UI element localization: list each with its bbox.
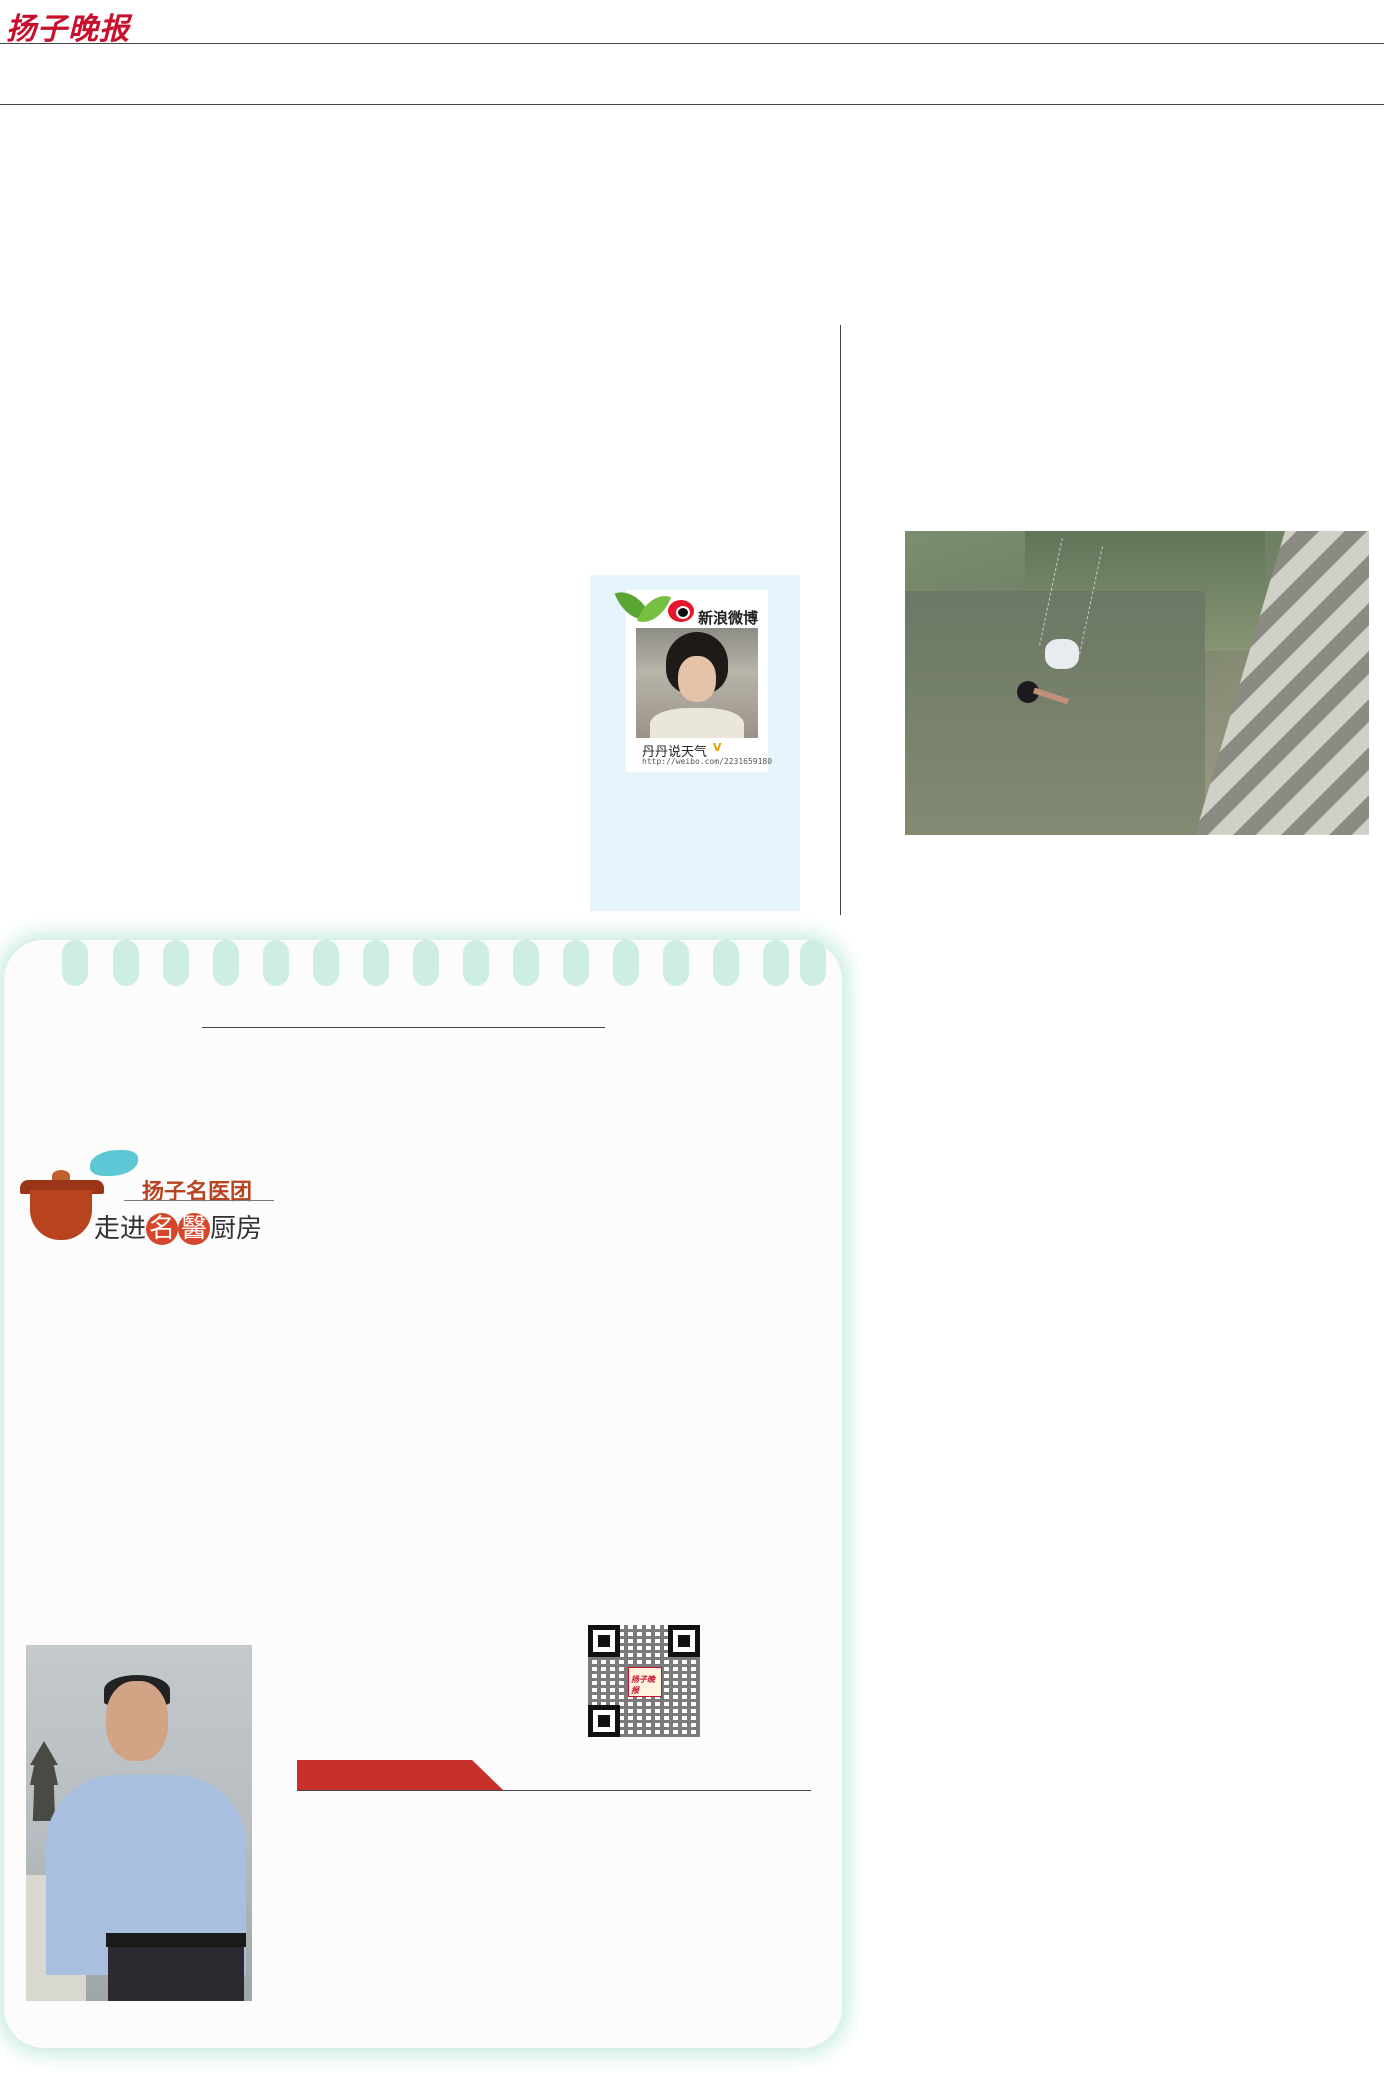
weibo-brand-label: 新浪微博 — [698, 609, 759, 627]
doctor-pants — [108, 1947, 244, 2001]
notepad-binding-hole — [613, 940, 639, 986]
notepad-binding-hole — [62, 940, 88, 986]
subtitle-circle-2: 醫 — [178, 1213, 211, 1245]
notepad-binding-hole — [663, 940, 689, 986]
column-logo-divider — [124, 1200, 274, 1201]
cooking-pot-icon — [30, 1190, 92, 1240]
pagoda-background — [30, 1741, 58, 1821]
qr-code[interactable]: 扬子晚报 — [588, 1625, 700, 1737]
notepad-binding-hole — [213, 940, 239, 986]
section-tab-rule — [297, 1790, 811, 1791]
qr-center-logo-text: 扬子晚报 — [631, 1675, 655, 1695]
column-divider — [840, 325, 841, 915]
notepad-binding-hole — [563, 940, 589, 986]
notepad-binding-hole — [313, 940, 339, 986]
notepad-binding-hole — [163, 940, 189, 986]
weibo-avatar-photo — [636, 628, 758, 738]
masthead-logo: 扬子晚报 — [6, 12, 130, 47]
qr-finder-top-left — [588, 1625, 620, 1657]
doctor-portrait-photo — [26, 1645, 252, 2001]
notepad-binding-hole — [113, 940, 139, 986]
subtitle-part-2: 厨房 — [210, 1214, 263, 1244]
header-rule-bottom — [0, 104, 1384, 105]
section-tab-banner — [297, 1760, 503, 1790]
notepad-binding-hole — [800, 940, 826, 986]
notepad-binding-hole — [263, 940, 289, 986]
subtitle-circle-1: 名 — [146, 1213, 179, 1245]
notepad-title-rule — [202, 1027, 605, 1028]
column-logo-title: 扬子名医团 — [142, 1180, 253, 1205]
qr-finder-bottom-left — [588, 1705, 620, 1737]
doctor-head — [106, 1681, 168, 1761]
notepad-binding-hole — [363, 940, 389, 986]
column-logo: 扬子名医团 走进名醫厨房 — [14, 1150, 274, 1248]
notepad-binding-hole — [413, 940, 439, 986]
qr-center-logo: 扬子晚报 — [628, 1667, 662, 1697]
doctor-belt — [106, 1933, 246, 1947]
header-rule-top — [0, 43, 1384, 44]
photo-bag — [1045, 639, 1079, 669]
weibo-url[interactable]: http://weibo.com/2231659180 — [642, 757, 772, 766]
steam-icon — [90, 1150, 138, 1176]
notepad-binding-hole — [763, 940, 789, 986]
avatar-shirt — [650, 708, 744, 738]
notepad-binding-hole — [713, 940, 739, 986]
notepad-binding-hole — [513, 940, 539, 986]
weibo-logo-icon — [668, 600, 694, 622]
subtitle-part-1: 走进 — [94, 1214, 147, 1244]
column-logo-subtitle: 走进名醫厨房 — [94, 1208, 262, 1245]
avatar-face — [678, 656, 716, 702]
qr-finder-top-right — [668, 1625, 700, 1657]
verified-badge: V — [713, 741, 722, 754]
notepad-binding-hole — [463, 940, 489, 986]
news-photo-drain-rescue — [905, 531, 1369, 835]
